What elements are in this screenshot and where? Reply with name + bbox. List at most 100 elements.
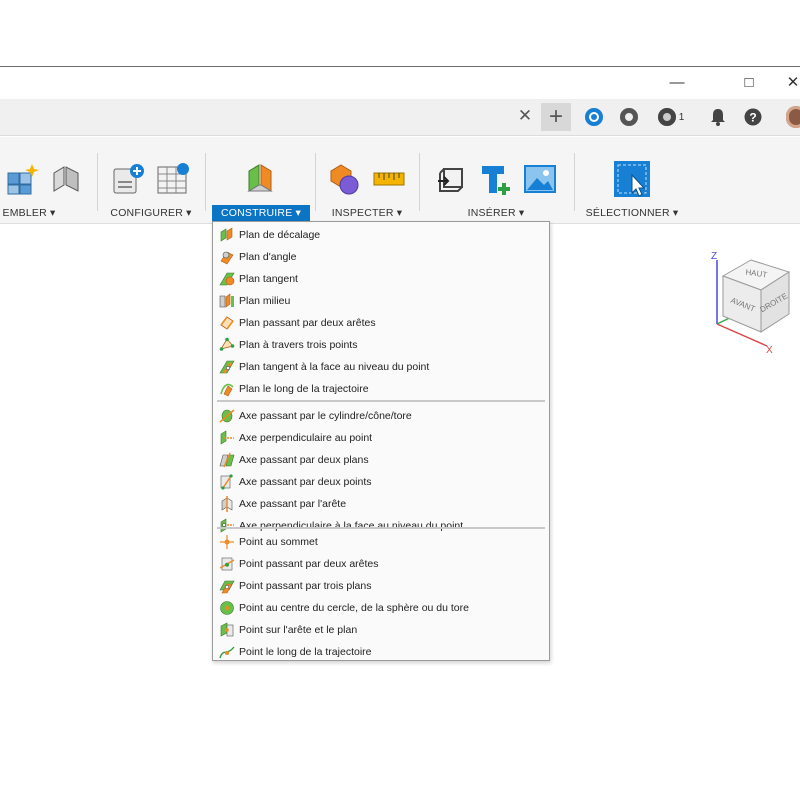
- inspect-group[interactable]: INSPECTER ▾: [320, 145, 414, 219]
- construct-label: CONSTRUIRE ▾: [212, 205, 310, 221]
- configure-group[interactable]: CONFIGURER ▾: [104, 145, 198, 219]
- point-center-icon: [219, 600, 235, 616]
- menu-item-axis-two-planes[interactable]: Axe passant par deux plans: [213, 449, 549, 470]
- title-bar: — □ ✕: [0, 67, 800, 97]
- menu-item-label: Axe passant par deux plans: [239, 453, 369, 466]
- configuration-table-icon[interactable]: [155, 161, 191, 197]
- job-status-icon[interactable]: 1: [654, 105, 688, 129]
- menu-item-label: Axe perpendiculaire au point: [239, 431, 373, 444]
- menu-item-plane-at-angle[interactable]: Plan d'angle: [213, 246, 549, 267]
- close-tab-button[interactable]: ✕: [514, 105, 536, 127]
- job-count: 1: [678, 111, 685, 123]
- select-label: SÉLECTIONNER ▾: [585, 207, 679, 219]
- point-vertex-icon: [219, 534, 235, 550]
- toolbar-separator: [315, 153, 316, 211]
- menu-item-point-edge-plane[interactable]: Point sur l'arête et le plan: [213, 619, 549, 640]
- insert-mesh-icon[interactable]: [478, 161, 514, 197]
- menu-item-point-three-planes[interactable]: Point passant par trois plans: [213, 575, 549, 596]
- axis-two-planes-icon: [219, 452, 235, 468]
- menu-item-label: Axe passant par deux points: [239, 475, 372, 488]
- maximize-button[interactable]: □: [726, 67, 772, 97]
- midplane-icon: [219, 292, 235, 309]
- toolbar: EMBLER ▾ CONFIGURER ▾ CONSTRUIRE ▾ INSPE…: [0, 137, 800, 224]
- toolbar-separator: [419, 153, 420, 211]
- select-group[interactable]: SÉLECTIONNER ▾: [580, 145, 684, 219]
- notifications-icon[interactable]: [706, 105, 730, 129]
- menu-item-label: Point au centre du cercle, de la sphère …: [239, 601, 469, 614]
- insert-label: INSÉRER ▾: [467, 207, 525, 219]
- avatar[interactable]: [784, 105, 800, 129]
- menu-item-tangent-plane[interactable]: Plan tangent: [213, 268, 549, 289]
- tab-bar: ✕ + 1 ?: [0, 99, 800, 136]
- axis-perp-point-icon: [219, 429, 235, 446]
- menu-item-label: Plan tangent à la face au niveau du poin…: [239, 360, 430, 373]
- menu-item-point-vertex[interactable]: Point au sommet: [213, 531, 549, 552]
- construct-plane-icon[interactable]: [243, 161, 279, 197]
- menu-item-label: Point sur l'arête et le plan: [239, 623, 358, 636]
- tangent-plane-icon: [219, 271, 235, 287]
- menu-item-point-two-edges[interactable]: Point passant par deux arêtes: [213, 553, 549, 574]
- menu-item-label: Plan à travers trois points: [239, 338, 358, 351]
- configure-icon[interactable]: [111, 161, 147, 197]
- menu-item-plane-three-points[interactable]: Plan à travers trois points: [213, 334, 549, 355]
- menu-item-plane-tangent-face-point[interactable]: Plan tangent à la face au niveau du poin…: [213, 356, 549, 377]
- menu-item-label: Point passant par trois plans: [239, 579, 372, 592]
- viewcube[interactable]: HAUT AVANT DROITE Z X: [705, 250, 795, 356]
- menu-item-label: Plan tangent: [239, 272, 298, 285]
- measure-icon[interactable]: [371, 161, 407, 197]
- z-axis-label: Z: [711, 251, 717, 262]
- select-icon[interactable]: [612, 159, 652, 199]
- inspect-shapes-icon[interactable]: [327, 161, 363, 197]
- menu-item-offset-plane[interactable]: Plan de décalage: [213, 224, 549, 245]
- menu-item-label: Point passant par deux arêtes: [239, 557, 379, 570]
- insert-image-icon[interactable]: [522, 161, 558, 197]
- new-tab-button[interactable]: +: [541, 103, 571, 131]
- toolbar-separator: [205, 153, 206, 211]
- insert-derive-icon[interactable]: [434, 161, 470, 197]
- offset-plane-icon: [219, 226, 235, 243]
- construct-dropdown-menu: Plan de décalage Plan d'angle Plan tange…: [212, 221, 550, 661]
- menu-item-label: Axe passant par l'arête: [239, 497, 347, 510]
- menu-item-label: Plan de décalage: [239, 228, 321, 241]
- assemble-group[interactable]: EMBLER ▾: [0, 145, 88, 219]
- menu-item-label: Plan le long de la trajectoire: [239, 382, 369, 395]
- menu-item-label: Plan milieu: [239, 294, 291, 307]
- menu-item-axis-two-points[interactable]: Axe passant par deux points: [213, 471, 549, 492]
- menu-item-point-along-path[interactable]: Point le long de la trajectoire: [213, 641, 549, 662]
- menu-item-label: Point au sommet: [239, 535, 318, 548]
- menu-item-axis-perp-point[interactable]: Axe perpendiculaire au point: [213, 427, 549, 448]
- point-along-path-icon: [219, 644, 235, 660]
- sync-icon[interactable]: [617, 105, 641, 129]
- construct-group[interactable]: CONSTRUIRE ▾: [212, 145, 310, 221]
- data-panel-icon[interactable]: [582, 105, 606, 129]
- configure-label: CONFIGURER ▾: [110, 207, 192, 219]
- plane-tangent-face-point-icon: [219, 359, 235, 375]
- menu-item-axis-edge[interactable]: Axe passant par l'arête: [213, 493, 549, 514]
- axis-edge-icon: [219, 495, 235, 512]
- menu-item-label: Axe perpendiculaire à la face au niveau …: [239, 519, 464, 532]
- toolbar-separator: [97, 153, 98, 211]
- plane-along-path-icon: [219, 381, 235, 397]
- x-axis-label: X: [766, 345, 773, 355]
- menu-item-plane-along-path[interactable]: Plan le long de la trajectoire: [213, 378, 549, 399]
- menu-item-axis-cylinder[interactable]: Axe passant par le cylindre/cône/tore: [213, 405, 549, 426]
- close-window-button[interactable]: ✕: [770, 67, 800, 97]
- menu-item-label: Plan passant par deux arêtes: [239, 316, 376, 329]
- help-icon[interactable]: ?: [741, 105, 765, 129]
- plane-two-edges-icon: [219, 315, 235, 331]
- menu-item-point-center[interactable]: Point au centre du cercle, de la sphère …: [213, 597, 549, 618]
- new-component-icon[interactable]: [4, 161, 40, 197]
- plane-at-angle-icon: [219, 249, 235, 265]
- plane-three-points-icon: [219, 337, 235, 353]
- menu-item-midplane[interactable]: Plan milieu: [213, 290, 549, 311]
- menu-item-label: Point le long de la trajectoire: [239, 645, 372, 658]
- menu-item-plane-two-edges[interactable]: Plan passant par deux arêtes: [213, 312, 549, 333]
- joint-icon[interactable]: [48, 161, 84, 197]
- assemble-label: EMBLER ▾: [2, 207, 56, 219]
- insert-group[interactable]: INSÉRER ▾: [424, 145, 568, 219]
- menu-separator: [217, 400, 545, 402]
- point-edge-plane-icon: [219, 622, 235, 638]
- minimize-button[interactable]: —: [654, 67, 700, 97]
- menu-separator: [217, 527, 545, 529]
- axis-two-points-icon: [219, 473, 235, 490]
